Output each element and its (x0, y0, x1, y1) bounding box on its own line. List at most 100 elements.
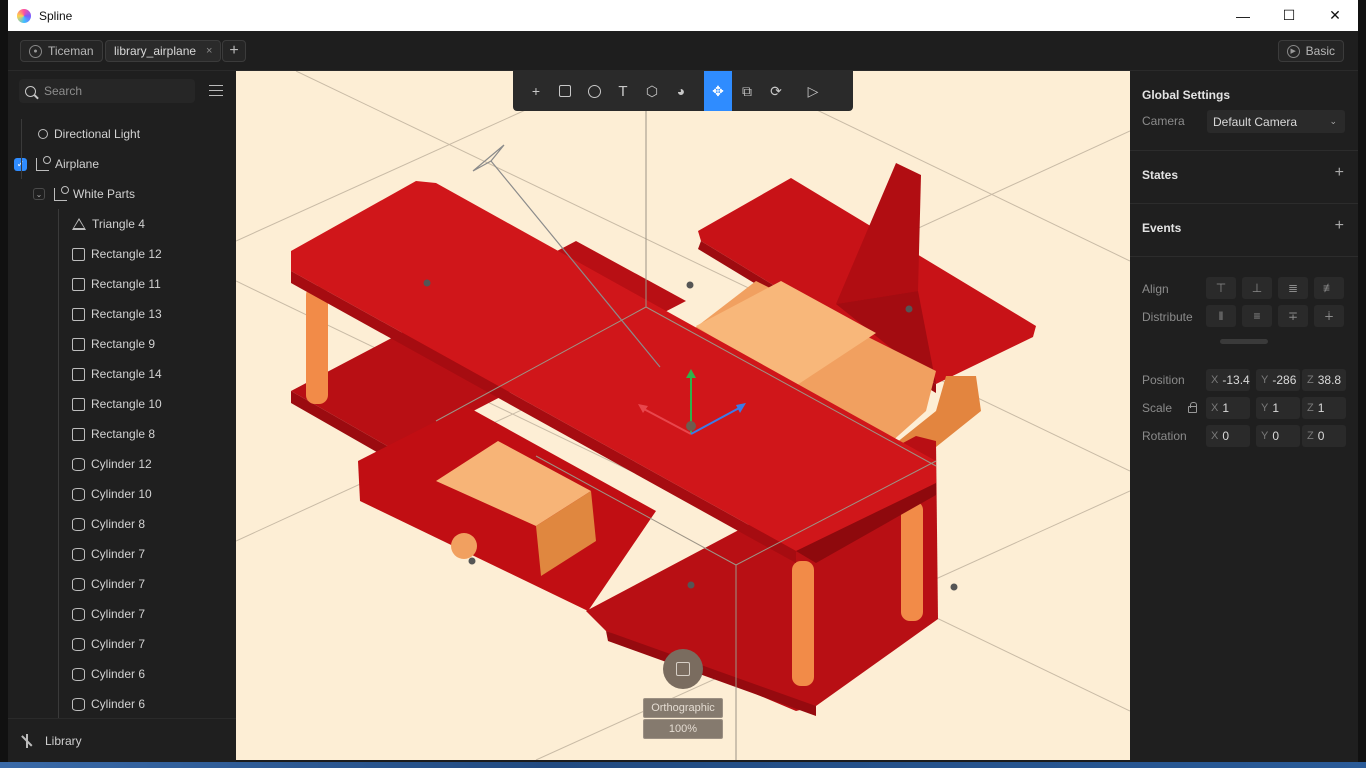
events-section: Events + (1130, 204, 1358, 257)
library-label: Library (45, 733, 82, 748)
align-top-button[interactable]: ⊤ (1206, 277, 1236, 299)
tree-item[interactable]: ✓Airplane (8, 149, 236, 179)
align-bottom-button[interactable]: ⊥ (1242, 277, 1272, 299)
maximize-button[interactable]: ☐ (1266, 0, 1312, 31)
tree-guide-line (21, 119, 22, 179)
tree-item[interactable]: Rectangle 8 (8, 419, 236, 449)
tree-item[interactable]: Cylinder 12 (8, 449, 236, 479)
tree-item[interactable]: Rectangle 10 (8, 389, 236, 419)
tree-item[interactable]: Cylinder 8 (8, 509, 236, 539)
ellipse-tool-button[interactable] (580, 71, 608, 111)
tree-item-label: Rectangle 8 (91, 427, 156, 441)
panel-scroll-thumb[interactable] (1220, 339, 1268, 344)
tree-item[interactable]: Triangle 4 (8, 209, 236, 239)
projection-button[interactable]: Orthographic (643, 698, 723, 718)
tree-item[interactable]: ⌄ White Parts (8, 179, 236, 209)
mode-button[interactable]: ▶ Basic (1277, 40, 1344, 62)
tree-item-label: Cylinder 7 (91, 547, 146, 561)
zoom-level[interactable]: 100% (643, 719, 723, 739)
tree-item[interactable]: Rectangle 14 (8, 359, 236, 389)
scale-icon: ⧉ (742, 82, 752, 99)
scale-z-field[interactable]: Z1 (1302, 397, 1346, 419)
close-tab-icon[interactable]: × (206, 45, 212, 57)
group-icon (36, 155, 51, 171)
cube-tool-button[interactable]: ⬡ (638, 71, 666, 111)
light-icon (38, 129, 48, 139)
position-z-field[interactable]: Z 38.8 (1302, 369, 1346, 391)
distribute-vertical-button[interactable]: ≡ (1242, 305, 1272, 327)
focus-camera-button[interactable] (663, 649, 703, 689)
tree-item[interactable]: Cylinder 7 (8, 599, 236, 629)
new-tab-button[interactable]: + (222, 40, 246, 62)
tree-item-label: Triangle 4 (92, 217, 145, 231)
tree-item[interactable]: Cylinder 7 (8, 629, 236, 659)
rectangle-icon (72, 247, 85, 261)
tree-item[interactable]: Rectangle 12 (8, 239, 236, 269)
add-state-icon[interactable]: + (1335, 164, 1344, 182)
play-button[interactable]: ▷ (799, 71, 827, 111)
search-input[interactable]: Search (19, 79, 195, 103)
position-x-field[interactable]: X -13.4 (1206, 369, 1250, 391)
user-button[interactable]: ● Ticeman (20, 40, 103, 62)
position-y-field[interactable]: Y -286 (1256, 369, 1300, 391)
move-icon: ✥ (712, 82, 724, 99)
tab-library-airplane[interactable]: library_airplane × (105, 40, 222, 62)
global-settings-section: Global Settings Camera Default Camera ⌄ (1130, 71, 1358, 151)
mode-label: Basic (1305, 44, 1335, 58)
text-tool-button[interactable]: T (609, 71, 637, 111)
close-window-button[interactable]: ✕ (1312, 0, 1358, 31)
tree-item[interactable]: Rectangle 13 (8, 299, 236, 329)
scale-z-value: 1 (1317, 401, 1325, 415)
tree-item-label: Cylinder 6 (91, 697, 146, 711)
sphere-tool-button[interactable]: ◕ (667, 71, 695, 111)
tree-item[interactable]: Cylinder 7 (8, 569, 236, 599)
add-tool-button[interactable]: + (522, 71, 550, 111)
taskbar-edge (0, 762, 1366, 768)
triangle-icon (72, 218, 86, 230)
lock-icon[interactable] (1188, 402, 1197, 413)
plus-icon: + (531, 83, 541, 99)
rectangle-icon (72, 397, 85, 411)
rotate-tool-button[interactable]: ⟳ (762, 71, 790, 111)
tree-item[interactable]: Rectangle 9 (8, 329, 236, 359)
tree-item[interactable]: Rectangle 11 (8, 269, 236, 299)
cylinder-icon (72, 697, 85, 711)
scale-x-field[interactable]: X1 (1206, 397, 1250, 419)
tree-item[interactable]: Cylinder 10 (8, 479, 236, 509)
scale-y-field[interactable]: Y1 (1256, 397, 1300, 419)
library-icon (20, 733, 34, 748)
camera-value: Default Camera (1213, 114, 1298, 129)
menu-icon[interactable] (209, 85, 223, 96)
tree-item[interactable]: Cylinder 7 (8, 539, 236, 569)
rotation-y-field[interactable]: Y0 (1256, 425, 1300, 447)
tree-item[interactable]: Cylinder 6 (8, 659, 236, 689)
move-tool-button[interactable]: ✥ (704, 71, 732, 111)
focus-icon (676, 662, 690, 676)
tree-guide-line (58, 209, 59, 719)
chevron-down-icon[interactable]: ⌄ (33, 188, 45, 200)
desktop-edge-right (1358, 0, 1366, 768)
center-horizontal-button[interactable]: ∓ (1278, 305, 1308, 327)
center-vertical-button[interactable]: ∔ (1314, 305, 1344, 327)
rectangle-tool-button[interactable] (551, 71, 579, 111)
scale-tool-button[interactable]: ⧉ (733, 71, 761, 111)
cylinder-icon (72, 457, 85, 471)
camera-label: Camera (1142, 114, 1185, 128)
camera-select[interactable]: Default Camera ⌄ (1207, 110, 1345, 133)
align-right-button[interactable]: ≣ (1278, 277, 1308, 299)
tree-item[interactable]: Cylinder 6 (8, 689, 236, 719)
minimize-button[interactable]: — (1220, 0, 1266, 31)
align-left-button[interactable]: ≢ (1314, 277, 1344, 299)
play-circle-icon: ▶ (1286, 44, 1300, 58)
library-button[interactable]: Library (8, 718, 236, 762)
add-event-icon[interactable]: + (1335, 217, 1344, 235)
distribute-horizontal-button[interactable]: ‖ (1206, 305, 1236, 327)
tab-label: library_airplane (114, 44, 197, 58)
rotation-x-field[interactable]: X0 (1206, 425, 1250, 447)
tree-item[interactable]: Directional Light (8, 119, 236, 149)
3d-viewport[interactable]: + T ⬡ ◕ ✥ ⧉ ⟳ ▷ Orthographic 100% (236, 71, 1130, 760)
tree-item-label: Rectangle 12 (91, 247, 162, 261)
rotation-z-field[interactable]: Z0 (1302, 425, 1346, 447)
cylinder-icon (72, 577, 85, 591)
properties-panel: Global Settings Camera Default Camera ⌄ … (1130, 71, 1358, 762)
